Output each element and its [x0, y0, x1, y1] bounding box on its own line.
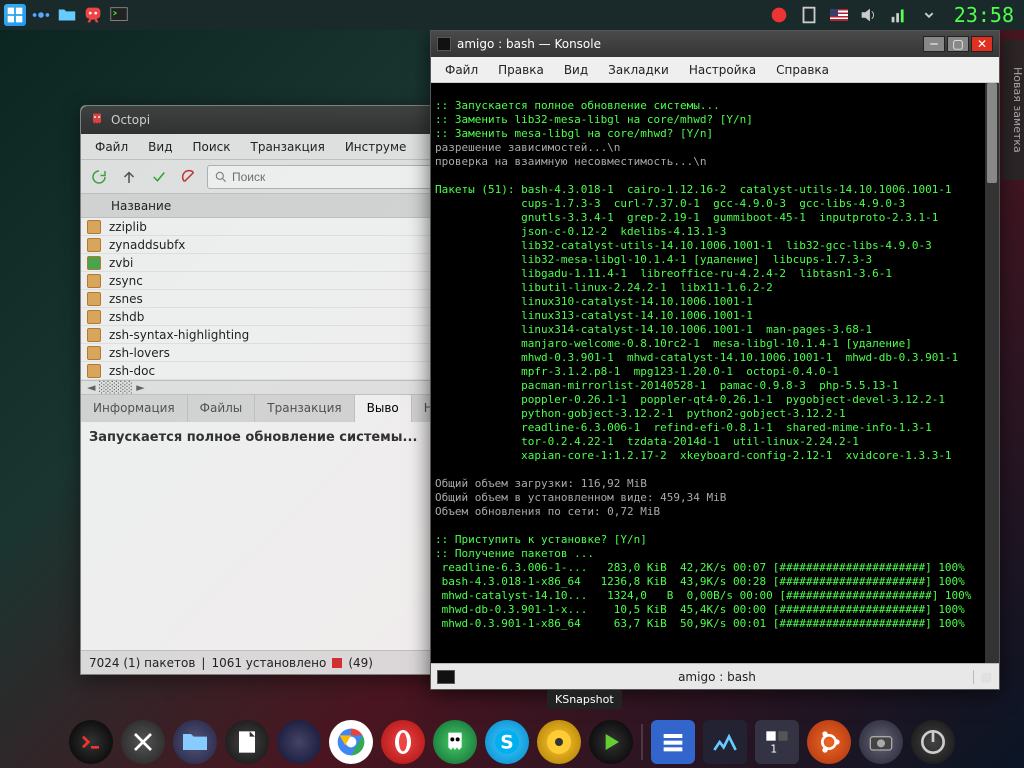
dock-chrome[interactable]	[329, 720, 373, 764]
package-icon	[87, 256, 101, 270]
update-icon[interactable]	[768, 4, 790, 26]
kmenu-view[interactable]: Вид	[554, 59, 598, 81]
menu-tools[interactable]: Инструме	[335, 136, 417, 158]
dock-media[interactable]	[537, 720, 581, 764]
kmenu-help[interactable]: Справка	[766, 59, 839, 81]
konsole-app-icon	[437, 37, 451, 51]
dock-files[interactable]	[173, 720, 217, 764]
kmenu-settings[interactable]: Настройка	[679, 59, 766, 81]
dock-list[interactable]	[651, 720, 695, 764]
menu-search[interactable]: Поиск	[182, 136, 240, 158]
dock-ksnapshot[interactable]	[859, 720, 903, 764]
search-icon	[214, 170, 228, 184]
package-name: zvbi	[109, 256, 133, 270]
status-installed: 1061 установлено	[211, 656, 326, 670]
kmenu-file[interactable]: Файл	[435, 59, 488, 81]
cancel-button[interactable]	[177, 165, 201, 189]
package-name: zsh-syntax-highlighting	[109, 328, 249, 342]
dock-power[interactable]	[911, 720, 955, 764]
octopi-title: Octopi	[111, 113, 150, 127]
package-name: zsnes	[109, 292, 143, 306]
new-tab-button[interactable]: ▦	[973, 670, 999, 684]
octopi-app-icon	[89, 111, 105, 130]
konsole-title: amigo : bash — Konsole	[457, 37, 601, 51]
dock: S 1	[69, 720, 955, 764]
output-line: Запускается полное обновление системы...	[89, 430, 417, 445]
terminal-output[interactable]: :: Запускается полное обновление системы…	[431, 83, 999, 663]
menu-view[interactable]: Вид	[138, 136, 182, 158]
menu-file[interactable]: Файл	[85, 136, 138, 158]
package-name: zsh-doc	[109, 364, 155, 378]
package-name: zshdb	[109, 310, 144, 324]
package-icon	[87, 346, 101, 360]
dock-night[interactable]	[277, 720, 321, 764]
konsole-titlebar[interactable]: amigo : bash — Konsole ─ ▢ ✕	[431, 31, 999, 57]
dock-opera[interactable]	[381, 720, 425, 764]
tab-icon	[437, 670, 455, 684]
package-icon	[87, 238, 101, 252]
maximize-button[interactable]: ▢	[947, 36, 969, 52]
svg-text:1: 1	[770, 743, 777, 756]
package-name: zsh-lovers	[109, 346, 170, 360]
sync-button[interactable]	[87, 165, 111, 189]
dock-separator	[641, 724, 643, 760]
tab-info[interactable]: Информация	[81, 395, 188, 422]
tab-files[interactable]: Файлы	[188, 395, 256, 422]
package-name: zynaddsubfx	[109, 238, 185, 252]
package-icon	[87, 292, 101, 306]
octopi-taskbar[interactable]	[82, 4, 104, 26]
dock-pager[interactable]: 1	[755, 720, 799, 764]
volume-icon[interactable]	[858, 4, 880, 26]
kmenu-edit[interactable]: Правка	[488, 59, 554, 81]
status-total: 7024 (1) пакетов	[89, 656, 195, 670]
konsole-menubar: Файл Правка Вид Закладки Настройка Справ…	[431, 57, 999, 83]
updates-icon	[332, 658, 342, 668]
minimize-button[interactable]: ─	[923, 36, 945, 52]
clock[interactable]: 23:58	[948, 3, 1020, 27]
package-icon	[87, 310, 101, 324]
konsole-tabbar: amigo : bash ▦	[431, 663, 999, 689]
clipboard-icon[interactable]	[798, 4, 820, 26]
network-icon[interactable]	[888, 4, 910, 26]
package-icon	[87, 328, 101, 342]
activities-icon[interactable]	[30, 4, 52, 26]
close-button[interactable]: ✕	[971, 36, 993, 52]
dock-player[interactable]	[589, 720, 633, 764]
terminal-scrollbar[interactable]	[985, 83, 999, 663]
tray-expand-icon[interactable]	[918, 4, 940, 26]
package-icon	[87, 364, 101, 378]
svg-text:S: S	[500, 733, 513, 754]
upgrade-button[interactable]	[117, 165, 141, 189]
tab-transaction[interactable]: Транзакция	[255, 395, 354, 422]
top-panel: 23:58	[0, 0, 1024, 30]
package-icon	[87, 274, 101, 288]
app-launcher[interactable]	[4, 4, 26, 26]
package-icon	[87, 220, 101, 234]
menu-transaction[interactable]: Транзакция	[241, 136, 335, 158]
dock-ghost[interactable]	[433, 720, 477, 764]
tab-output[interactable]: Выво	[355, 395, 412, 422]
notes-widget[interactable]: Новая заметка	[1002, 40, 1024, 180]
kmenu-bookmarks[interactable]: Закладки	[598, 59, 679, 81]
tooltip: KSnapshot	[547, 690, 622, 709]
package-name: zsync	[109, 274, 143, 288]
konsole-window: amigo : bash — Konsole ─ ▢ ✕ Файл Правка…	[430, 30, 1000, 690]
package-name: zziplib	[109, 220, 147, 234]
dock-libreoffice[interactable]	[225, 720, 269, 764]
konsole-taskbar[interactable]	[108, 4, 130, 26]
dock-x[interactable]	[121, 720, 165, 764]
apply-button[interactable]	[147, 165, 171, 189]
dock-terminal[interactable]	[69, 720, 113, 764]
status-updates: (49)	[348, 656, 373, 670]
dock-ubuntu[interactable]	[807, 720, 851, 764]
konsole-tab[interactable]: amigo : bash	[461, 666, 973, 688]
dock-skype[interactable]: S	[485, 720, 529, 764]
dolphin-taskbar[interactable]	[56, 4, 78, 26]
keyboard-layout[interactable]	[828, 4, 850, 26]
dock-monitor[interactable]	[703, 720, 747, 764]
